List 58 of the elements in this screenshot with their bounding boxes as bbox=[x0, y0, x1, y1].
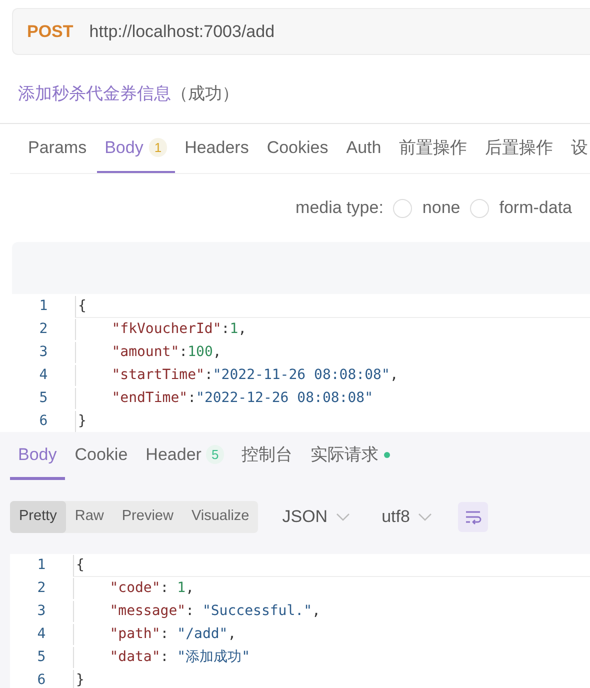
format-dropdown[interactable]: JSON bbox=[274, 504, 358, 530]
tab[interactable]: 前置操作 bbox=[391, 124, 476, 173]
line-number: 6 bbox=[36, 671, 47, 688]
code-line: "message": "Successful.", bbox=[73, 601, 320, 622]
code-line: "code": 1, bbox=[73, 578, 194, 599]
view-mode-button[interactable]: Raw bbox=[66, 501, 113, 533]
method-label: POST bbox=[27, 20, 74, 43]
tab[interactable]: Auth bbox=[338, 124, 390, 173]
code-line: } bbox=[73, 670, 84, 688]
url-bar[interactable]: POST http://localhost:7003/add bbox=[12, 8, 590, 55]
tab[interactable]: Cookie bbox=[66, 432, 136, 480]
count-badge: 1 bbox=[149, 138, 167, 158]
code-line: "fkVoucherId":1, bbox=[75, 319, 247, 340]
line-number: 6 bbox=[38, 412, 49, 431]
tab[interactable]: Body 1 bbox=[96, 124, 175, 173]
wrap-icon bbox=[464, 509, 482, 525]
tab[interactable]: Header 5 bbox=[138, 432, 232, 480]
code-line: "amount":100, bbox=[75, 342, 222, 363]
radio-button[interactable] bbox=[470, 198, 490, 218]
url-text: http://localhost:7003/add bbox=[89, 20, 275, 43]
code-line: "path": "/add", bbox=[73, 624, 236, 645]
line-number: 4 bbox=[36, 625, 47, 644]
tab[interactable]: Body bbox=[10, 432, 65, 480]
code-line: "startTime":"2022-11-26 08:08:08", bbox=[75, 365, 398, 386]
line-number: 3 bbox=[38, 343, 49, 362]
code-line: { bbox=[75, 296, 590, 318]
code-line: "data": "添加成功" bbox=[73, 647, 250, 668]
radio-button[interactable] bbox=[393, 198, 412, 218]
wrap-button[interactable] bbox=[458, 502, 488, 532]
tab[interactable]: 实际请求 bbox=[302, 432, 398, 480]
line-number: 4 bbox=[38, 366, 49, 385]
code-line: { bbox=[73, 554, 590, 576]
tab[interactable]: Params bbox=[20, 124, 95, 173]
view-mode-button[interactable]: Visualize bbox=[182, 501, 258, 533]
line-number: 3 bbox=[36, 602, 47, 621]
line-number: 2 bbox=[38, 320, 49, 339]
tab[interactable]: 控制台 bbox=[234, 432, 301, 480]
tab[interactable]: Cookies bbox=[258, 124, 336, 173]
view-mode-button[interactable]: Pretty bbox=[10, 501, 66, 533]
request-status: （成功） bbox=[171, 84, 239, 103]
line-number: 5 bbox=[36, 648, 47, 667]
line-number: 1 bbox=[38, 297, 49, 316]
tab[interactable]: Headers bbox=[176, 124, 257, 173]
radio-label: form-data bbox=[499, 197, 572, 220]
chevron-icon bbox=[336, 513, 350, 521]
tab[interactable]: 设 bbox=[563, 124, 590, 173]
line-number: 1 bbox=[36, 556, 47, 575]
chevron-icon bbox=[418, 513, 432, 521]
encoding-dropdown[interactable]: utf8 bbox=[374, 504, 440, 530]
code-line: "endTime":"2022-12-26 08:08:08" bbox=[75, 388, 374, 409]
line-number: 2 bbox=[36, 579, 47, 598]
view-mode-button[interactable]: Preview bbox=[112, 501, 182, 533]
media-type-label: media type: bbox=[296, 197, 384, 220]
request-name: 添加秒杀代金券信息 bbox=[18, 84, 171, 103]
radio-label: none bbox=[422, 197, 460, 220]
tab[interactable]: 后置操作 bbox=[477, 124, 562, 173]
count-badge: 5 bbox=[206, 444, 224, 464]
line-number: 5 bbox=[38, 389, 49, 408]
